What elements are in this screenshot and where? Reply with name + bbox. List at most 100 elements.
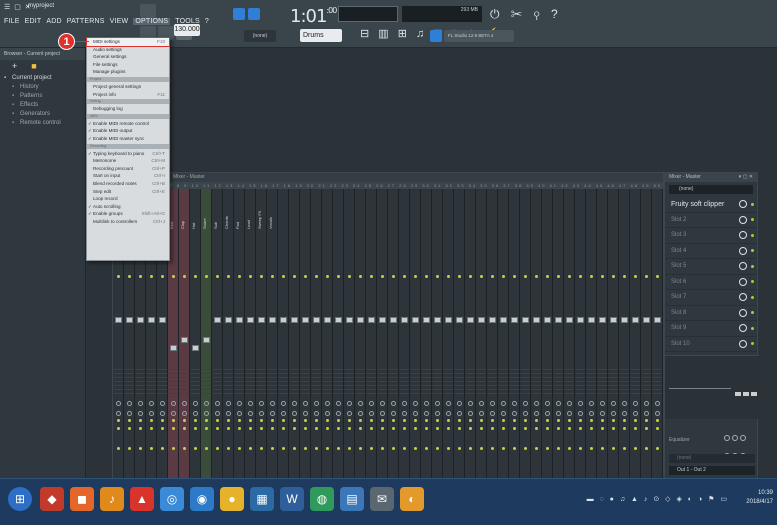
strip-led[interactable] — [139, 275, 142, 278]
mixer-strip[interactable] — [608, 189, 619, 479]
insert-fader-1[interactable] — [735, 392, 741, 396]
strip-fader[interactable] — [302, 317, 309, 323]
strip-fader[interactable] — [401, 317, 408, 323]
strip-knob[interactable] — [468, 401, 473, 406]
menu-item-auto-scrolling[interactable]: Auto scrolling — [87, 203, 169, 211]
strip-led[interactable] — [337, 419, 340, 422]
mix-knob-icon[interactable] — [739, 231, 747, 240]
strip-led[interactable] — [601, 447, 604, 450]
strip-led[interactable] — [414, 275, 417, 278]
strip-led[interactable] — [238, 447, 241, 450]
strip-knob[interactable] — [501, 411, 506, 416]
strip-led[interactable] — [216, 275, 219, 278]
insert-slot[interactable]: Fruity soft clipper — [665, 197, 757, 213]
strip-fader[interactable] — [511, 317, 518, 323]
menu-view[interactable]: VIEW — [110, 18, 129, 25]
strip-led[interactable] — [469, 427, 472, 430]
strip-led[interactable] — [150, 427, 153, 430]
slot-enable-led[interactable] — [751, 249, 754, 253]
strip-led[interactable] — [205, 427, 208, 430]
strip-led[interactable] — [238, 419, 241, 422]
strip-knob[interactable] — [281, 411, 286, 416]
strip-led[interactable] — [656, 419, 659, 422]
strip-knob[interactable] — [325, 411, 330, 416]
strip-fader[interactable] — [357, 317, 364, 323]
strip-led[interactable] — [249, 419, 252, 422]
mixer-strip[interactable]: Chords — [223, 189, 234, 479]
strip-led[interactable] — [447, 427, 450, 430]
strip-led[interactable] — [315, 275, 318, 278]
strip-led[interactable] — [557, 427, 560, 430]
insert-slot[interactable]: Slot 3 — [665, 228, 757, 244]
menu-edit[interactable]: EDIT — [25, 18, 42, 25]
slot-enable-led[interactable] — [751, 311, 754, 315]
strip-fader[interactable] — [621, 317, 628, 323]
slot-enable-led[interactable] — [751, 342, 754, 346]
tempo-display[interactable]: 130.000 — [174, 24, 200, 36]
strip-led[interactable] — [480, 447, 483, 450]
strip-led[interactable] — [183, 275, 186, 278]
plus-icon[interactable]: + — [12, 60, 17, 72]
mix-knob-icon[interactable] — [739, 324, 747, 333]
strip-led[interactable] — [535, 427, 538, 430]
blue-tool-button-2[interactable] — [248, 8, 260, 20]
strip-led[interactable] — [304, 447, 307, 450]
browser-item-patterns[interactable]: ▪ Patterns — [0, 92, 85, 101]
strip-knob[interactable] — [578, 401, 583, 406]
insert-slot[interactable]: Slot 8 — [665, 306, 757, 321]
strip-fader[interactable] — [280, 317, 287, 323]
strip-led[interactable] — [348, 447, 351, 450]
strip-knob[interactable] — [446, 411, 451, 416]
strip-led[interactable] — [337, 447, 340, 450]
strip-knob[interactable] — [215, 401, 220, 406]
strip-led[interactable] — [227, 275, 230, 278]
strip-led[interactable] — [645, 447, 648, 450]
strip-led[interactable] — [590, 447, 593, 450]
strip-knob[interactable] — [644, 411, 649, 416]
mix-knob-icon[interactable] — [739, 293, 747, 302]
strip-knob[interactable] — [523, 411, 528, 416]
strip-fader[interactable] — [159, 317, 166, 323]
strip-led[interactable] — [326, 275, 329, 278]
strip-led[interactable] — [117, 275, 120, 278]
strip-knob[interactable] — [270, 411, 275, 416]
strip-knob[interactable] — [402, 411, 407, 416]
menu-item-debugging-log[interactable]: Debugging log — [87, 105, 169, 113]
strip-led[interactable] — [535, 447, 538, 450]
strip-led[interactable] — [117, 447, 120, 450]
mixer-strip[interactable]: Clap — [179, 189, 190, 479]
strip-led[interactable] — [469, 419, 472, 422]
slot-enable-led[interactable] — [751, 326, 754, 330]
top-tool-icons[interactable]: ⏻ ✂ ⚲ ? — [490, 7, 562, 22]
strip-led[interactable] — [260, 447, 263, 450]
strip-led[interactable] — [315, 447, 318, 450]
strip-led[interactable] — [381, 427, 384, 430]
strip-led[interactable] — [183, 427, 186, 430]
strip-led[interactable] — [612, 427, 615, 430]
mixer-strip[interactable] — [641, 189, 652, 479]
strip-knob[interactable] — [611, 411, 616, 416]
menu-file[interactable]: FILE — [4, 18, 20, 25]
strip-knob[interactable] — [347, 401, 352, 406]
strip-led[interactable] — [590, 275, 593, 278]
strip-led[interactable] — [403, 275, 406, 278]
strip-fader[interactable] — [423, 317, 430, 323]
strip-led[interactable] — [326, 419, 329, 422]
strip-led[interactable] — [392, 447, 395, 450]
slot-enable-led[interactable] — [751, 202, 754, 206]
strip-led[interactable] — [634, 275, 637, 278]
strip-led[interactable] — [216, 419, 219, 422]
strip-knob[interactable] — [204, 401, 209, 406]
strip-knob[interactable] — [589, 401, 594, 406]
mix-knob-icon[interactable] — [739, 246, 747, 255]
mixer-strip[interactable] — [333, 189, 344, 479]
insert-fader-3[interactable] — [751, 392, 757, 396]
strip-knob[interactable] — [413, 411, 418, 416]
strip-led[interactable] — [601, 427, 604, 430]
strip-led[interactable] — [590, 427, 593, 430]
strip-led[interactable] — [524, 419, 527, 422]
mixer-strip[interactable] — [575, 189, 586, 479]
menu-item-enable-groups[interactable]: Enable groups Shift+Alt+G — [87, 210, 169, 218]
strip-knob[interactable] — [259, 411, 264, 416]
strip-led[interactable] — [194, 419, 197, 422]
